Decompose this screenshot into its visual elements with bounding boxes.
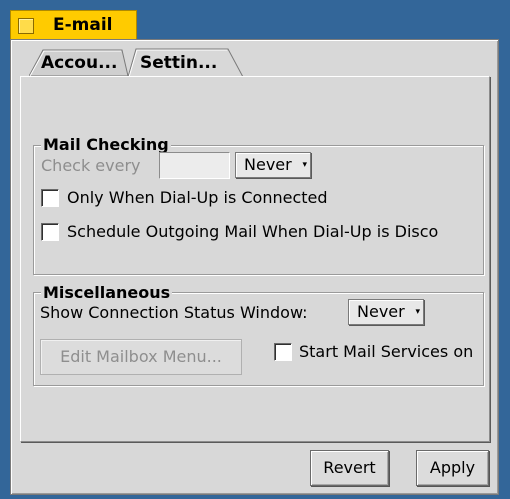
window-close-icon[interactable] bbox=[18, 18, 34, 34]
revert-button[interactable]: Revert bbox=[310, 450, 389, 486]
check-every-label: Check every bbox=[41, 156, 141, 175]
menu-arrow-icon: ▾ bbox=[302, 160, 307, 170]
status-window-value: Never bbox=[357, 302, 405, 321]
check-every-field[interactable] bbox=[159, 152, 230, 179]
status-window-menu[interactable]: Never ▾ bbox=[348, 299, 424, 325]
start-services-label: Start Mail Services on bbox=[299, 342, 474, 361]
window-title: E-mail bbox=[53, 15, 113, 35]
schedule-outgoing-checkbox[interactable] bbox=[41, 223, 59, 241]
apply-button[interactable]: Apply bbox=[416, 450, 489, 486]
status-window-label: Show Connection Status Window: bbox=[40, 303, 308, 322]
edit-mailbox-menu-button[interactable]: Edit Mailbox Menu... bbox=[40, 339, 242, 375]
schedule-outgoing-label: Schedule Outgoing Mail When Dial-Up is D… bbox=[67, 222, 439, 241]
only-dialup-checkbox[interactable] bbox=[41, 189, 59, 207]
tab-accounts[interactable]: Accou... bbox=[29, 49, 129, 77]
tab-settings-label: Settin... bbox=[140, 53, 218, 73]
menu-arrow-icon: ▾ bbox=[415, 307, 420, 317]
miscellaneous-group-label: Miscellaneous bbox=[41, 283, 173, 302]
mail-checking-group-label: Mail Checking bbox=[41, 135, 171, 154]
only-dialup-label: Only When Dial-Up is Connected bbox=[67, 188, 328, 207]
start-services-checkbox[interactable] bbox=[274, 343, 292, 361]
tab-accounts-label: Accou... bbox=[41, 53, 118, 73]
check-interval-value: Never bbox=[244, 155, 292, 174]
check-interval-menu[interactable]: Never ▾ bbox=[235, 152, 311, 178]
window-title-tab[interactable]: E-mail bbox=[10, 10, 137, 40]
tab-settings[interactable]: Settin... bbox=[128, 48, 244, 78]
